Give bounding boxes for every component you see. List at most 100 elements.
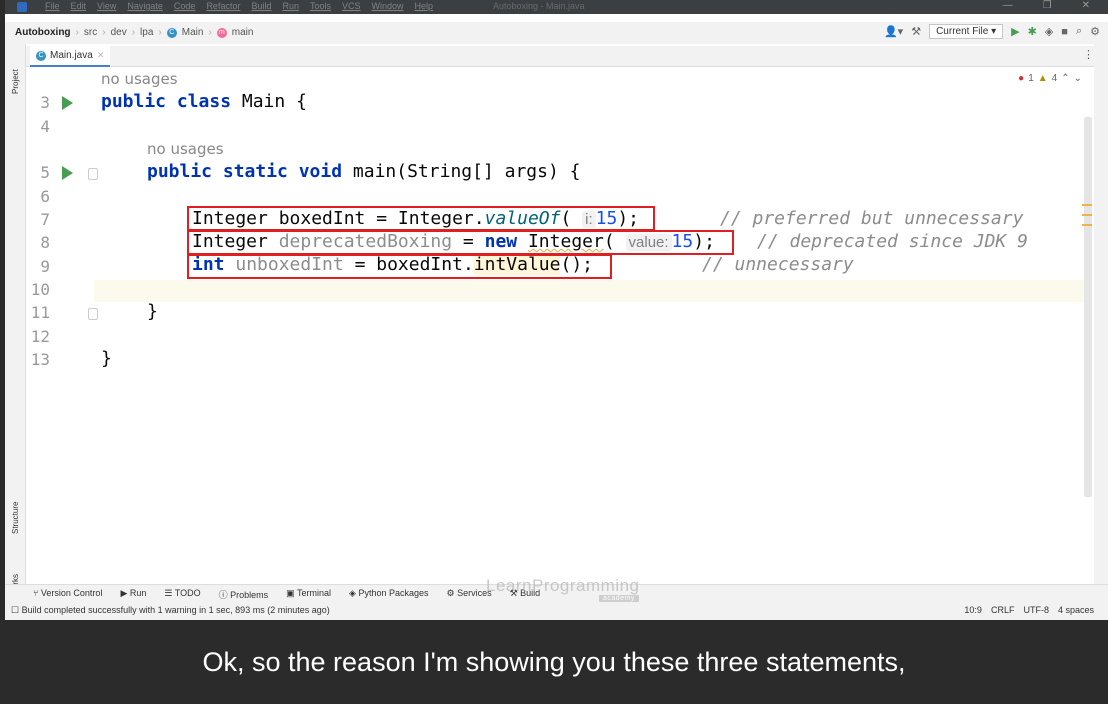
todo-tool[interactable]: ☰ TODO: [164, 588, 200, 601]
chevron-up-icon[interactable]: ⌃: [1061, 73, 1069, 84]
run-gutter-icon[interactable]: [62, 166, 73, 180]
line-number: 12: [30, 327, 50, 346]
menu-code[interactable]: Code: [174, 1, 196, 11]
menu-view[interactable]: View: [97, 1, 116, 11]
version-control-tool[interactable]: ⑂ Version Control: [33, 588, 102, 601]
video-caption-bar: Ok, so the reason I'm showing you these …: [0, 620, 1108, 704]
closing-brace: }: [101, 348, 112, 369]
breadcrumb-dev[interactable]: dev: [111, 27, 127, 38]
minimize-icon[interactable]: —: [1003, 0, 1013, 11]
menu-help[interactable]: Help: [415, 1, 434, 11]
usage-hint[interactable]: no usages: [147, 140, 224, 158]
breadcrumb-lpa[interactable]: lpa: [140, 27, 153, 38]
navigation-bar: Autoboxing › src › dev › lpa › C Main › …: [5, 22, 1108, 44]
line-number: 9: [40, 257, 50, 276]
line-number: 13: [30, 350, 50, 369]
menu-vcs[interactable]: VCS: [342, 1, 361, 11]
toolbar-right: 👤▾ ⚒ Current File ▾ ▶ ✱ ◈ ■ ⌕ ⚙: [884, 24, 1100, 39]
terminal-tool[interactable]: ▣ Terminal: [286, 588, 331, 601]
watermark-subtext: academy: [599, 595, 639, 602]
right-tool-strip: [1094, 44, 1108, 600]
window-title: Autoboxing - Main.java: [493, 1, 585, 11]
menu-edit[interactable]: Edit: [71, 1, 87, 11]
breadcrumb-main-method[interactable]: main: [232, 27, 254, 38]
code-line-3: public class Main {: [101, 91, 307, 112]
stop-icon[interactable]: ■: [1061, 26, 1068, 38]
code-comment: // deprecated since JDK 9: [757, 231, 1028, 252]
more-options-icon[interactable]: ⋮: [1083, 48, 1094, 61]
line-separator[interactable]: CRLF: [991, 605, 1015, 615]
warning-count: 4: [1051, 73, 1058, 84]
line-number: 3: [40, 93, 50, 112]
menu-run[interactable]: Run: [282, 1, 299, 11]
run-config-select[interactable]: Current File ▾: [929, 24, 1004, 39]
search-icon[interactable]: ⌕: [1076, 25, 1082, 38]
line-number: 6: [40, 187, 50, 206]
menu-window[interactable]: Window: [372, 1, 404, 11]
tool-label: Problems: [230, 590, 269, 600]
left-tool-strip: Project Structure Bookmarks: [5, 44, 26, 614]
line-number: 11: [30, 303, 50, 322]
closing-brace: }: [147, 301, 158, 322]
tool-label: Terminal: [297, 588, 332, 598]
tab-main-java[interactable]: C Main.java ✕: [30, 46, 111, 68]
chevron-right-icon: ›: [158, 27, 162, 38]
menu-refactor[interactable]: Refactor: [206, 1, 240, 11]
menu-navigate[interactable]: Navigate: [127, 1, 163, 11]
problems-tool[interactable]: ⓘ Problems: [219, 588, 269, 601]
usage-hint[interactable]: no usages: [101, 70, 178, 88]
run-icon[interactable]: ▶: [1011, 25, 1019, 38]
run-config-label: Current File: [936, 26, 989, 37]
vertical-scrollbar[interactable]: [1084, 117, 1092, 497]
project-tool-button[interactable]: Project: [11, 69, 20, 94]
annotation-box: [187, 230, 734, 255]
inspection-widget[interactable]: ● 1 ▲ 4 ⌃ ⌄: [1018, 73, 1082, 84]
gear-icon[interactable]: ⚙: [1090, 25, 1100, 38]
method-icon: m: [216, 27, 227, 38]
status-bar: ☐ Build completed successfully with 1 wa…: [5, 602, 1108, 620]
structure-tool-button[interactable]: Structure: [11, 502, 20, 534]
breadcrumb-project[interactable]: Autoboxing: [15, 27, 71, 38]
warning-marker[interactable]: [1082, 204, 1092, 206]
class-icon: C: [166, 27, 177, 38]
services-tool[interactable]: ⚙ Services: [447, 588, 492, 601]
code-text: Main {: [231, 91, 307, 112]
hammer-icon[interactable]: ⚒: [911, 25, 921, 38]
line-number: 4: [40, 117, 50, 136]
coverage-icon[interactable]: ◈: [1045, 25, 1053, 38]
indent-setting[interactable]: 4 spaces: [1058, 605, 1094, 615]
chevron-right-icon: ›: [75, 27, 79, 38]
status-message[interactable]: ☐ Build completed successfully with 1 wa…: [11, 605, 330, 616]
fold-icon[interactable]: [88, 168, 98, 180]
menu-file[interactable]: File: [45, 1, 60, 11]
warning-marker[interactable]: [1082, 214, 1092, 216]
user-icon[interactable]: 👤▾: [884, 25, 903, 38]
breadcrumb-src[interactable]: src: [84, 27, 97, 38]
menu-tools[interactable]: Tools: [310, 1, 331, 11]
close-tab-icon[interactable]: ✕: [97, 50, 105, 61]
line-number: 7: [40, 210, 50, 229]
error-icon: ●: [1018, 73, 1025, 84]
debug-icon[interactable]: ✱: [1028, 25, 1037, 38]
code-comment: // unnecessary: [702, 254, 854, 275]
line-number: 8: [40, 233, 50, 252]
run-tool[interactable]: ▶ Run: [120, 588, 146, 601]
file-encoding[interactable]: UTF-8: [1023, 605, 1049, 615]
menu-build[interactable]: Build: [251, 1, 271, 11]
status-text: Build completed successfully with 1 warn…: [21, 605, 330, 615]
caret-position[interactable]: 10:9: [964, 605, 982, 615]
code-editor[interactable]: ● 1 ▲ 4 ⌃ ⌄ 3 4 5 6 7 8 9 10 11 12 13 no…: [26, 67, 1092, 582]
breadcrumb-main-class[interactable]: Main: [182, 27, 204, 38]
restore-icon[interactable]: ❐: [1043, 0, 1052, 11]
python-packages-tool[interactable]: ◈ Python Packages: [349, 588, 428, 601]
tool-label: TODO: [174, 588, 201, 598]
chevron-right-icon: ›: [102, 27, 106, 38]
fold-icon[interactable]: [88, 308, 98, 320]
window-controls: — ❐ ✕: [1003, 0, 1090, 11]
annotation-box: [187, 254, 612, 279]
tool-label: Run: [129, 588, 147, 598]
close-window-icon[interactable]: ✕: [1082, 0, 1090, 11]
warning-marker[interactable]: [1082, 224, 1092, 226]
chevron-down-icon[interactable]: ⌄: [1074, 73, 1082, 84]
run-gutter-icon[interactable]: [62, 96, 73, 110]
